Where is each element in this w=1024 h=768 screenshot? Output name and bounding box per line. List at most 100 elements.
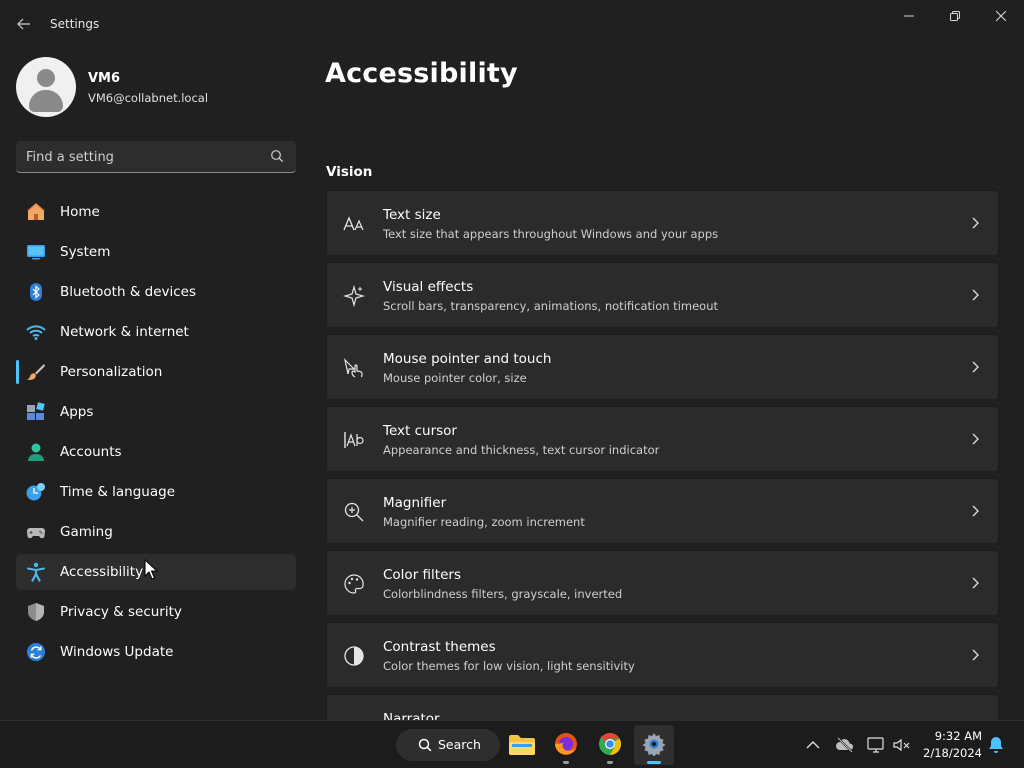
sidebar-item-time-language[interactable]: Time & language [16, 474, 296, 510]
sidebar-item-network-internet[interactable]: Network & internet [16, 314, 296, 350]
taskbar-settings[interactable] [634, 725, 674, 765]
sidebar-nav: Home System Bluetooth & devices Network … [16, 194, 296, 674]
back-button[interactable] [12, 12, 36, 36]
card-subtitle: Colorblindness filters, grayscale, inver… [383, 587, 623, 601]
network-icon[interactable] [866, 735, 886, 755]
user-profile[interactable]: VM6 VM6@collabnet.local [16, 57, 296, 117]
firefox-icon [555, 733, 577, 755]
profile-name: VM6 [88, 71, 121, 86]
sidebar-item-label: Accounts [60, 444, 122, 460]
chevron-up-icon[interactable] [803, 735, 823, 755]
search-icon[interactable] [270, 149, 284, 163]
sidebar-item-privacy-security[interactable]: Privacy & security [16, 594, 296, 630]
minimize-icon [904, 15, 914, 17]
taskbar-clock-time[interactable]: 9:32 AM [924, 729, 982, 743]
settings-gear-icon [642, 733, 666, 756]
taskbar-firefox[interactable] [546, 725, 586, 765]
contrast-icon [344, 646, 364, 666]
sidebar-item-label: Personalization [60, 364, 163, 380]
accounts-icon [28, 443, 44, 461]
taskbar-file-explorer[interactable] [502, 725, 542, 765]
page-title: Accessibility [325, 58, 518, 89]
text-cursor-icon [344, 432, 364, 448]
sidebar-item-label: Privacy & security [60, 604, 182, 620]
taskbar-search-button[interactable]: Search [396, 729, 500, 761]
notification-bell-icon[interactable] [988, 736, 1004, 754]
setting-card-magnifier[interactable]: Magnifier Magnifier reading, zoom increm… [326, 478, 999, 544]
sparkle-icon [343, 285, 365, 307]
sidebar-item-home[interactable]: Home [16, 194, 296, 230]
taskbar-chrome[interactable] [590, 725, 630, 765]
app-title: Settings [50, 17, 100, 31]
mouse-cursor-icon [144, 559, 158, 580]
system-icon [27, 245, 45, 260]
sidebar-item-apps[interactable]: Apps [16, 394, 296, 430]
setting-card-visual-effects[interactable]: Visual effects Scroll bars, transparency… [326, 262, 999, 328]
chevron-right-icon [972, 289, 979, 301]
chevron-right-icon [972, 577, 979, 589]
avatar [16, 57, 76, 117]
pointer-touch-icon [343, 358, 363, 378]
title-bar: Settings [0, 0, 1024, 48]
card-title: Contrast themes [383, 639, 496, 655]
search-box[interactable] [16, 141, 296, 173]
hover-indicator [16, 360, 19, 384]
onedrive-offline-icon[interactable] [835, 735, 855, 755]
running-indicator [563, 761, 569, 764]
brush-icon [27, 364, 45, 380]
chevron-right-icon [972, 361, 979, 373]
sidebar-item-label: Network & internet [60, 324, 189, 340]
shield-icon [28, 603, 44, 621]
setting-card-narrator[interactable]: Narrator [326, 694, 999, 720]
sidebar-item-personalization[interactable]: Personalization [16, 354, 296, 390]
sidebar-item-label: Accessibility [60, 564, 144, 580]
setting-card-text-cursor[interactable]: Text cursor Appearance and thickness, te… [326, 406, 999, 472]
update-icon [27, 643, 45, 661]
card-subtitle: Magnifier reading, zoom increment [383, 515, 585, 529]
running-indicator [647, 761, 661, 764]
profile-email: VM6@collabnet.local [88, 91, 209, 105]
card-subtitle: Color themes for low vision, light sensi… [383, 659, 635, 673]
volume-muted-icon[interactable] [892, 735, 912, 755]
apps-icon [27, 402, 45, 420]
search-icon [418, 738, 432, 752]
card-title: Text size [383, 207, 441, 223]
bluetooth-icon [30, 283, 42, 301]
sidebar-item-label: Bluetooth & devices [60, 284, 197, 300]
taskbar-search-label: Search [438, 737, 481, 752]
sidebar-item-accounts[interactable]: Accounts [16, 434, 296, 470]
sidebar-item-windows-update[interactable]: Windows Update [16, 634, 296, 670]
card-subtitle: Mouse pointer color, size [383, 371, 527, 385]
sidebar-item-label: Windows Update [60, 644, 174, 660]
sidebar-item-gaming[interactable]: Gaming [16, 514, 296, 550]
text-size-icon [343, 216, 364, 231]
setting-card-text-size[interactable]: Text size Text size that appears through… [326, 190, 999, 256]
wifi-icon [26, 325, 46, 340]
close-button[interactable] [978, 4, 1024, 28]
sidebar-item-label: System [60, 244, 111, 260]
close-icon [996, 11, 1006, 21]
card-title: Visual effects [383, 279, 474, 295]
setting-card-color-filters[interactable]: Color filters Colorblindness filters, gr… [326, 550, 999, 616]
setting-card-contrast-themes[interactable]: Contrast themes Color themes for low vis… [326, 622, 999, 688]
search-input[interactable] [26, 147, 266, 167]
card-title: Text cursor [383, 423, 457, 439]
running-indicator [607, 761, 613, 764]
settings-list: Text size Text size that appears through… [326, 190, 999, 720]
chevron-right-icon [972, 505, 979, 517]
sidebar-item-label: Apps [60, 404, 94, 420]
gamepad-icon [27, 528, 45, 539]
sidebar-item-system[interactable]: System [16, 234, 296, 270]
card-subtitle: Scroll bars, transparency, animations, n… [383, 299, 718, 313]
sidebar-item-bluetooth-devices[interactable]: Bluetooth & devices [16, 274, 296, 310]
restore-button[interactable] [932, 4, 978, 28]
back-arrow-icon [17, 18, 30, 30]
setting-card-mouse-pointer-touch[interactable]: Mouse pointer and touch Mouse pointer co… [326, 334, 999, 400]
palette-icon [344, 574, 364, 594]
restore-icon [950, 11, 960, 21]
magnifier-icon [344, 502, 364, 522]
folder-icon [509, 735, 535, 755]
taskbar-clock-date[interactable]: 2/18/2024 [918, 746, 982, 760]
minimize-button[interactable] [886, 4, 932, 28]
home-icon [27, 203, 45, 220]
